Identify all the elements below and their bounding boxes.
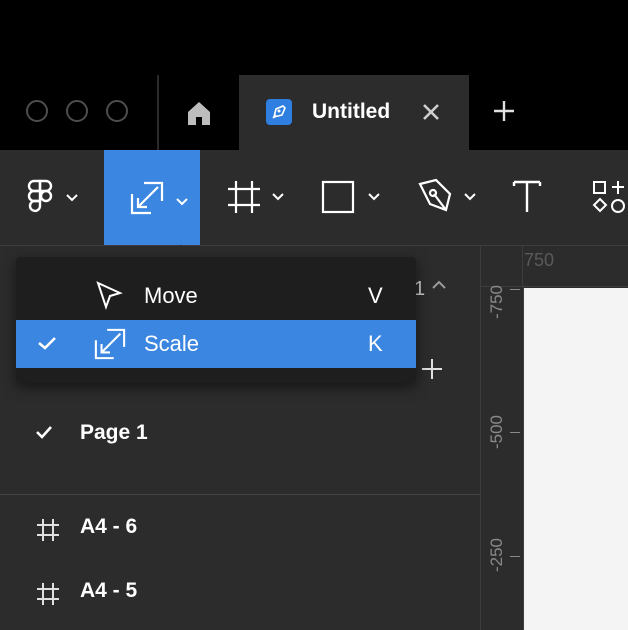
- frame-tool-button[interactable]: [200, 150, 296, 245]
- rectangle-icon: [321, 180, 355, 214]
- figma-logo-icon: [27, 179, 53, 213]
- page-label: Page 1: [80, 421, 148, 444]
- ruler-left-label: -250: [487, 537, 506, 573]
- panel-divider: [0, 494, 480, 495]
- ruler-divider: [522, 246, 523, 286]
- main-menu-button[interactable]: [0, 150, 104, 245]
- scale-icon: [94, 328, 126, 360]
- home-icon: [188, 101, 210, 125]
- ruler-tick: [510, 432, 520, 433]
- chevron-up-icon[interactable]: [431, 280, 447, 290]
- chevron-down-icon: [176, 198, 188, 206]
- close-window-button[interactable]: [26, 100, 48, 122]
- shape-tool-button[interactable]: [296, 150, 392, 245]
- resources-icon: [592, 181, 625, 213]
- ruler-tick: [510, 289, 520, 290]
- scale-tool-button[interactable]: [104, 150, 200, 245]
- frame-icon: [37, 583, 59, 605]
- design-file-icon: [266, 99, 292, 125]
- document-tab[interactable]: Untitled: [239, 75, 469, 150]
- menu-item-move[interactable]: Move V: [16, 272, 416, 320]
- menu-item-scale[interactable]: Scale K: [16, 320, 416, 368]
- frame-icon: [228, 181, 260, 213]
- layer-item[interactable]: A4 - 6: [0, 503, 480, 553]
- home-tab[interactable]: [159, 75, 239, 150]
- frame-icon: [37, 519, 59, 541]
- page-item[interactable]: Page 1: [0, 407, 480, 457]
- layer-label: A4 - 6: [80, 515, 138, 538]
- ruler-top-label: 750: [524, 250, 555, 270]
- pen-icon: [418, 178, 452, 212]
- menu-item-shortcut: K: [368, 331, 383, 356]
- layer-label: A4 - 5: [80, 579, 138, 602]
- title-bar: Untitled: [0, 0, 628, 150]
- check-icon: [36, 426, 52, 439]
- pen-tool-button[interactable]: [392, 150, 488, 245]
- ruler-left-label: -500: [487, 414, 506, 450]
- chevron-down-icon: [368, 193, 380, 201]
- resources-tool-button[interactable]: [568, 150, 628, 245]
- ruler-left-label: -750: [487, 284, 506, 320]
- new-tab-icon[interactable]: [490, 97, 518, 125]
- check-icon: [38, 337, 56, 350]
- menu-item-label: Scale: [144, 331, 200, 356]
- maximize-window-button[interactable]: [106, 100, 128, 122]
- move-cursor-icon: [96, 281, 123, 311]
- layer-item[interactable]: A4 - 5: [0, 567, 480, 617]
- move-tools-dropdown: Move V Scale K: [16, 257, 416, 383]
- menu-item-shortcut: V: [368, 283, 383, 308]
- close-tab-icon[interactable]: [419, 100, 443, 124]
- document-tab-title: Untitled: [312, 100, 391, 123]
- text-icon: [512, 180, 542, 212]
- minimize-window-button[interactable]: [66, 100, 88, 122]
- scale-icon: [130, 181, 164, 215]
- menu-item-label: Move: [144, 283, 198, 308]
- canvas-frame[interactable]: [524, 288, 628, 630]
- toolbar: [0, 150, 628, 246]
- ruler-tick: [510, 556, 520, 557]
- text-tool-button[interactable]: [488, 150, 568, 245]
- chevron-down-icon: [66, 194, 78, 202]
- add-page-icon[interactable]: [420, 357, 444, 381]
- chevron-down-icon: [464, 193, 476, 201]
- chevron-down-icon: [272, 193, 284, 201]
